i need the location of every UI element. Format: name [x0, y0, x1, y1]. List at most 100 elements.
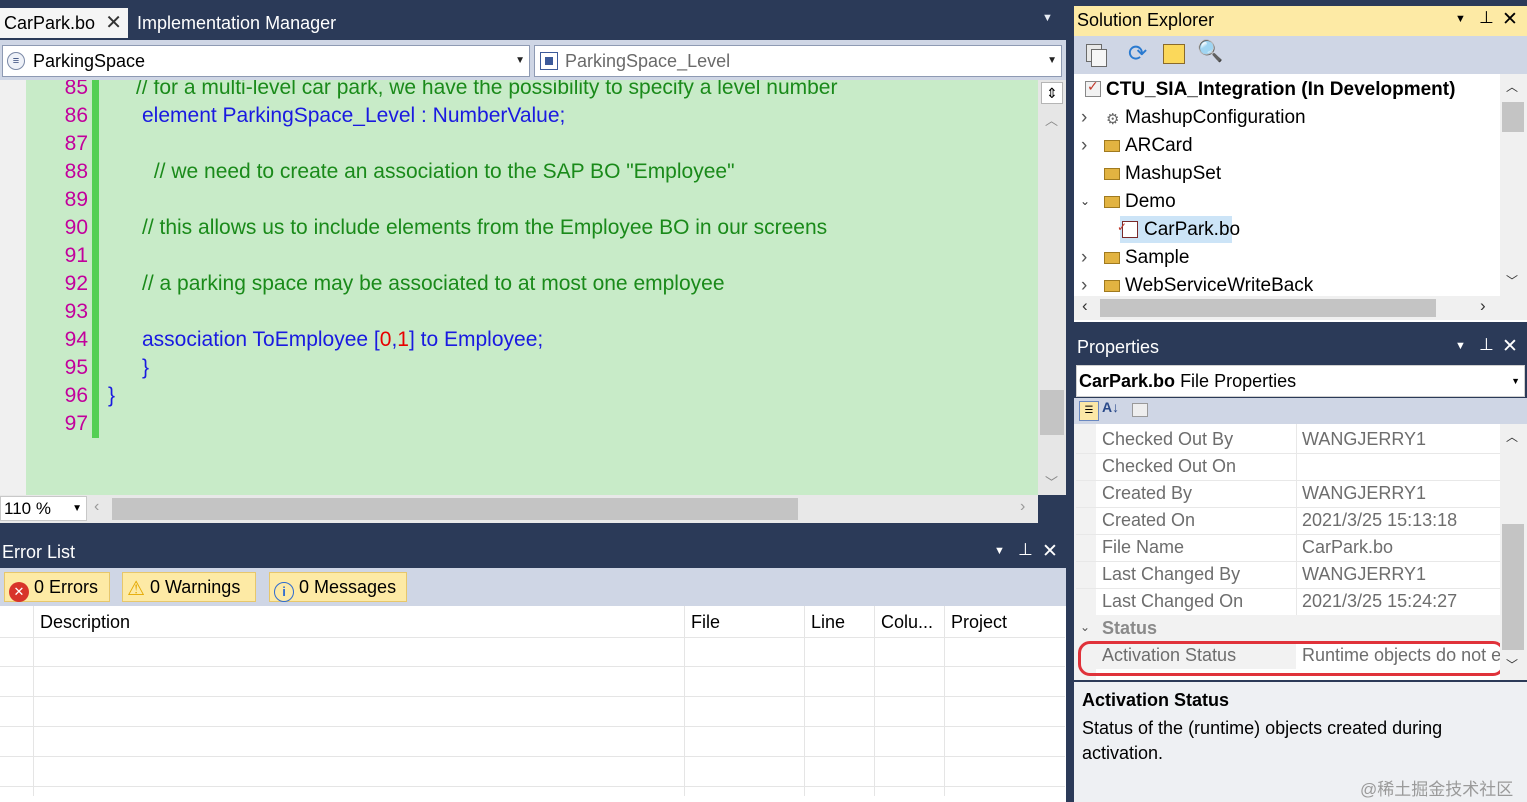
- type-dropdown[interactable]: ≡ ParkingSpace ▼: [2, 45, 530, 77]
- scroll-down-icon[interactable]: ﹀: [1045, 472, 1058, 491]
- column-header-project[interactable]: Project: [951, 612, 1007, 633]
- prop-value[interactable]: 2021/3/25 15:24:27: [1302, 588, 1457, 615]
- scroll-right-icon[interactable]: ›: [1480, 296, 1486, 316]
- prop-name: File Name: [1102, 537, 1185, 557]
- categorized-icon[interactable]: ☰: [1079, 401, 1099, 421]
- prop-value[interactable]: CarPark.bo: [1302, 534, 1393, 561]
- tree-horizontal-scrollbar[interactable]: ‹ ›: [1074, 296, 1527, 320]
- hscroll-right-icon[interactable]: ›: [1020, 498, 1025, 516]
- code-line[interactable]: 88 // we need to create an association t…: [26, 158, 1038, 186]
- code-line[interactable]: 91: [26, 242, 1038, 270]
- properties-grid-icon[interactable]: [1163, 44, 1185, 64]
- close-icon[interactable]: ✕: [1042, 540, 1058, 563]
- tree-item-demo[interactable]: Demo: [1125, 188, 1176, 216]
- hscroll-thumb[interactable]: [112, 498, 798, 520]
- change-marker: [92, 130, 99, 158]
- tree-item-mashupconfiguration[interactable]: MashupConfiguration: [1125, 104, 1306, 132]
- grid-divider: [874, 606, 875, 796]
- tab-carpark[interactable]: CarPark.bo ✕: [0, 8, 128, 38]
- code-line[interactable]: 89: [26, 186, 1038, 214]
- code-token: // a parking space may be associated to …: [142, 272, 725, 295]
- messages-filter-button[interactable]: i 0 Messages: [269, 572, 407, 602]
- properties-object-selector[interactable]: CarPark.bo File Properties ▼: [1076, 365, 1525, 397]
- code-line[interactable]: 93: [26, 298, 1038, 326]
- scroll-up-icon[interactable]: ︿: [1506, 78, 1518, 95]
- tree-item-mashupset[interactable]: MashupSet: [1125, 160, 1221, 188]
- scroll-thumb[interactable]: [1502, 102, 1524, 132]
- tree-expander-icon[interactable]: ›: [1081, 104, 1087, 132]
- errors-filter-button[interactable]: ✕ 0 Errors: [4, 572, 110, 602]
- property-pages-icon[interactable]: [1132, 403, 1148, 417]
- column-header-file[interactable]: File: [691, 612, 720, 633]
- column-header-column[interactable]: Colu...: [881, 612, 933, 633]
- column-header-description[interactable]: Description: [40, 612, 130, 633]
- search-icon[interactable]: 🔍: [1197, 40, 1223, 64]
- grid-divider: [684, 606, 685, 796]
- panel-menu-icon[interactable]: ▼: [994, 545, 1005, 557]
- tab-overflow-icon[interactable]: ▼: [1042, 12, 1053, 24]
- alphabetical-icon[interactable]: A↓: [1102, 399, 1119, 415]
- code-line[interactable]: 94 association ToEmployee [0,1] to Employ…: [26, 326, 1038, 354]
- code-line[interactable]: 90 // this allows us to include elements …: [26, 214, 1038, 242]
- collapse-all-icon[interactable]: [1084, 42, 1110, 68]
- tree-root[interactable]: CTU_SIA_Integration (In Development): [1106, 76, 1455, 104]
- grid-divider: [804, 606, 805, 796]
- code-editor[interactable]: 85 // for a multi-level car park, we have…: [26, 80, 1038, 523]
- prop-value[interactable]: WANGJERRY1: [1302, 561, 1426, 588]
- prop-value[interactable]: 2021/3/25 15:13:18: [1302, 507, 1457, 534]
- pin-icon[interactable]: ⊥: [1479, 335, 1494, 355]
- zoom-dropdown[interactable]: 110 % ▼: [0, 496, 87, 521]
- highlight-annotation: [1078, 641, 1505, 676]
- code-line[interactable]: 85 // for a multi-level car park, we have…: [26, 80, 1038, 102]
- editor-vertical-scrollbar[interactable]: ⇕ ︿ ﹀: [1038, 80, 1066, 495]
- prop-value[interactable]: WANGJERRY1: [1302, 426, 1426, 453]
- solution-explorer-title: Solution Explorer: [1077, 10, 1215, 30]
- tree-collapse-icon[interactable]: ⌄: [1080, 194, 1090, 208]
- line-number: 95: [64, 356, 88, 379]
- scroll-thumb[interactable]: [1502, 524, 1524, 650]
- tree-item-arcard[interactable]: ARCard: [1125, 132, 1193, 160]
- scroll-down-icon[interactable]: ﹀: [1506, 656, 1518, 673]
- close-icon[interactable]: ✕: [105, 8, 122, 38]
- scroll-thumb[interactable]: [1100, 299, 1436, 317]
- pin-icon[interactable]: ⊥: [1479, 8, 1494, 28]
- line-number: 96: [64, 384, 88, 407]
- change-marker: [92, 298, 99, 326]
- split-handle-icon[interactable]: ⇕: [1041, 82, 1063, 104]
- tree-expander-icon[interactable]: ›: [1081, 244, 1087, 272]
- change-marker: [92, 410, 99, 438]
- close-icon[interactable]: ✕: [1502, 8, 1518, 31]
- tab-implementation-manager-label: Implementation Manager: [137, 13, 337, 33]
- hscroll-left-icon[interactable]: ‹: [94, 498, 99, 516]
- code-line[interactable]: 96}: [26, 382, 1038, 410]
- tree-vertical-scrollbar[interactable]: ︿ ﹀: [1500, 74, 1527, 296]
- code-line[interactable]: 97: [26, 410, 1038, 438]
- tree-item-carpark[interactable]: CarPark.bo: [1144, 216, 1240, 244]
- scroll-left-icon[interactable]: ‹: [1082, 296, 1088, 316]
- property-grid-scrollbar[interactable]: ︿ ﹀: [1500, 424, 1527, 680]
- refresh-icon[interactable]: ⟳: [1128, 40, 1147, 67]
- column-header-line[interactable]: Line: [811, 612, 845, 633]
- tab-implementation-manager[interactable]: Implementation Manager: [131, 8, 342, 38]
- scroll-up-icon[interactable]: ︿: [1506, 428, 1518, 445]
- line-number: 91: [64, 244, 88, 267]
- member-dropdown[interactable]: ParkingSpace_Level ▼: [534, 45, 1062, 77]
- prop-value[interactable]: WANGJERRY1: [1302, 480, 1426, 507]
- scroll-up-icon[interactable]: ︿: [1045, 110, 1058, 129]
- code-line[interactable]: 87: [26, 130, 1038, 158]
- grid-divider: [33, 606, 34, 796]
- tree-expander-icon[interactable]: ›: [1081, 132, 1087, 160]
- code-line[interactable]: 92 // a parking space may be associated t…: [26, 270, 1038, 298]
- pin-icon[interactable]: ⊥: [1018, 540, 1033, 560]
- warnings-filter-button[interactable]: ⚠ 0 Warnings: [122, 572, 256, 602]
- code-line[interactable]: 95}: [26, 354, 1038, 382]
- code-line[interactable]: 86 element ParkingSpace_Level : NumberVal…: [26, 102, 1038, 130]
- tree-item-sample[interactable]: Sample: [1125, 244, 1189, 272]
- close-icon[interactable]: ✕: [1502, 335, 1518, 358]
- scroll-thumb[interactable]: [1040, 390, 1064, 435]
- panel-menu-icon[interactable]: ▼: [1455, 13, 1466, 25]
- category-collapse-icon[interactable]: ⌄: [1080, 620, 1090, 634]
- change-marker: [92, 326, 99, 354]
- scroll-down-icon[interactable]: ﹀: [1506, 272, 1518, 289]
- panel-menu-icon[interactable]: ▼: [1455, 340, 1466, 352]
